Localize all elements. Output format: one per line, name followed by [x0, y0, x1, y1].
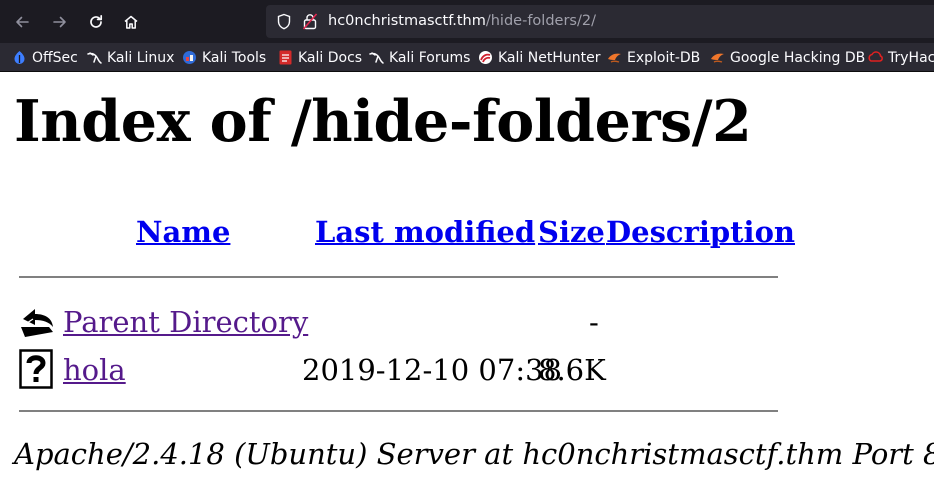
row-size: - — [589, 305, 599, 339]
bookmark-label: Exploit-DB — [627, 49, 701, 66]
back-folder-icon — [21, 309, 53, 337]
bookmark-kali-nethunter[interactable]: Kali NetHunter — [478, 49, 600, 66]
page-title: Index of /hide-folders/2 — [14, 88, 752, 155]
browser-toolbar: hc0nchristmasctf.thm/hide-folders/2/ — [0, 0, 934, 43]
bookmark-kali-tools[interactable]: Kali Tools — [182, 49, 266, 66]
exploit-db-icon — [608, 53, 621, 63]
bookmark-google-hacking-db[interactable]: Google Hacking DB — [710, 49, 865, 66]
back-arrow-icon — [16, 16, 29, 28]
bookmark-label: Kali Docs — [298, 49, 363, 66]
bookmark-label: Kali Forums — [389, 49, 471, 66]
sort-by-name-link[interactable]: Name — [136, 215, 230, 249]
bookmark-label: TryHac — [888, 49, 934, 66]
row-last-modified: 2019-12-10 07:38 — [302, 353, 562, 387]
unknown-file-icon — [19, 349, 53, 389]
sort-by-size-link[interactable]: Size — [538, 215, 605, 249]
exploit-db-icon — [711, 53, 724, 63]
offsec-icon — [14, 51, 25, 64]
bookmark-kali-forums[interactable]: Kali Forums — [369, 49, 470, 66]
parent-directory-link[interactable]: Parent Directory — [63, 308, 308, 337]
file-link-hola[interactable]: hola — [63, 356, 126, 385]
nethunter-icon — [479, 51, 492, 64]
insecure-connection-lock-icon[interactable] — [303, 13, 317, 30]
sort-by-last-modified-link[interactable]: Last modified — [315, 215, 535, 249]
url-host: hc0nchristmasctf.thm — [328, 13, 486, 29]
tryhackme-icon — [868, 51, 883, 62]
bookmark-label: Kali Tools — [202, 49, 267, 66]
column-header-name: Name — [136, 218, 230, 247]
url-bar[interactable]: hc0nchristmasctf.thm/hide-folders/2/ — [266, 5, 934, 38]
reload-button[interactable] — [83, 9, 109, 35]
column-header-last-modified: Last modified — [315, 218, 535, 247]
back-button[interactable] — [9, 9, 35, 35]
kali-tools-icon — [183, 51, 196, 64]
bookmark-label: OffSec — [32, 49, 78, 66]
row-size: 8.6K — [538, 353, 606, 387]
home-icon — [124, 15, 138, 29]
home-button[interactable] — [118, 9, 144, 35]
forward-arrow-icon — [53, 16, 66, 28]
bookmark-kali-linux[interactable]: Kali Linux — [87, 49, 174, 66]
bookmark-label: Kali Linux — [107, 49, 175, 66]
reload-icon — [90, 14, 103, 28]
bookmark-tryhackme[interactable]: TryHac — [868, 49, 934, 66]
column-header-description: Description — [606, 218, 795, 247]
header-divider — [19, 276, 778, 278]
bookmark-exploit-db[interactable]: Exploit-DB — [607, 49, 700, 66]
url-path: /hide-folders/2/ — [485, 13, 596, 29]
column-header-size: Size — [538, 218, 605, 247]
bookmark-offsec[interactable]: OffSec — [12, 49, 78, 66]
tracking-protection-shield-icon[interactable] — [276, 13, 292, 30]
bookmark-label: Kali NetHunter — [498, 49, 601, 66]
sort-by-description-link[interactable]: Description — [606, 215, 795, 249]
bookmark-kali-docs[interactable]: Kali Docs — [278, 49, 362, 66]
url-text[interactable]: hc0nchristmasctf.thm/hide-folders/2/ — [328, 13, 596, 29]
footer-divider — [19, 410, 778, 412]
bookmark-label: Google Hacking DB — [730, 49, 866, 66]
bookmarks-toolbar: OffSec Kali Linux Kali Tools Kali Docs K… — [0, 43, 934, 72]
kali-dragon-icon — [87, 52, 102, 64]
kali-dragon-icon — [369, 52, 384, 64]
forward-button[interactable] — [47, 9, 73, 35]
kali-docs-icon — [279, 50, 292, 65]
server-signature: Apache/2.4.18 (Ubuntu) Server at hc0nchr… — [14, 437, 934, 471]
